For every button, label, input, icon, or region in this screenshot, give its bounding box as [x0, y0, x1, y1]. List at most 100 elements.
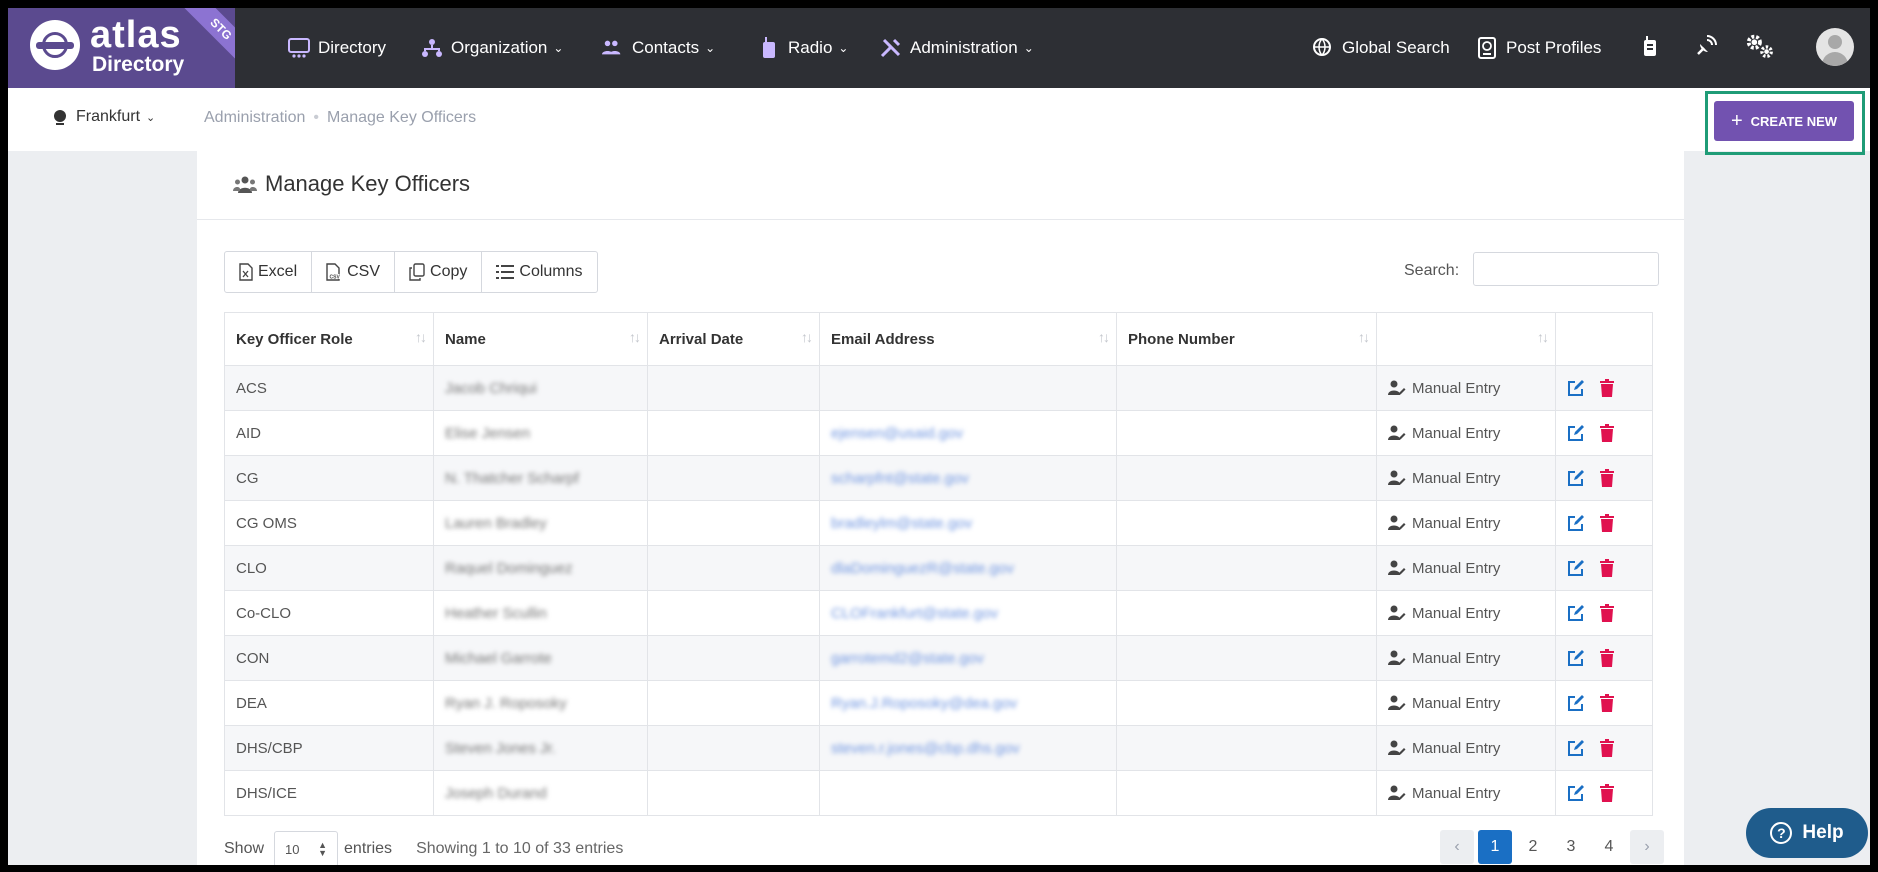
user-edit-icon: [1388, 650, 1406, 666]
page-1-button[interactable]: 1: [1478, 830, 1512, 864]
delete-icon[interactable]: [1599, 379, 1615, 397]
page-4-button[interactable]: 4: [1592, 830, 1626, 864]
cell-role: AID: [224, 410, 434, 456]
col-arrival-date[interactable]: Arrival Date ↑↓: [647, 312, 820, 366]
page-3-button[interactable]: 3: [1554, 830, 1588, 864]
delete-icon[interactable]: [1599, 559, 1615, 577]
cell-email: Ryan.J.Roposoky@dea.gov: [819, 680, 1117, 726]
cell-name: Joseph Durand: [433, 770, 648, 816]
email-link[interactable]: garrotemd2@state.gov: [831, 650, 984, 667]
user-edit-icon: [1388, 470, 1406, 486]
col-key-officer-role[interactable]: Key Officer Role ↑↓: [224, 312, 434, 366]
name-text: Steven Jones Jr.: [445, 739, 556, 757]
sort-icon: ↑↓: [1098, 329, 1110, 345]
edit-icon[interactable]: [1567, 694, 1585, 712]
help-button[interactable]: ? Help: [1746, 808, 1868, 858]
delete-icon[interactable]: [1599, 784, 1615, 802]
name-text: Raquel Dominguez: [445, 559, 573, 577]
edit-icon[interactable]: [1567, 649, 1585, 667]
sort-icon: ↑↓: [1358, 329, 1370, 345]
user-edit-icon: [1388, 425, 1406, 441]
cell-arrival: [647, 545, 820, 591]
email-link[interactable]: Ryan.J.Roposoky@dea.gov: [831, 695, 1017, 712]
email-link[interactable]: bradleylm@state.gov: [831, 515, 972, 532]
breadcrumb-administration[interactable]: Administration: [204, 109, 305, 126]
site-selector[interactable]: Frankfurt ⌄: [52, 108, 155, 126]
delete-icon[interactable]: [1599, 424, 1615, 442]
table-row: AID Elise Jensen ejensen@usaid.gov Manual E…: [224, 410, 1653, 456]
cell-actions: [1555, 635, 1653, 681]
next-page-button[interactable]: ›: [1630, 830, 1664, 864]
radio-device-icon[interactable]: [1634, 30, 1666, 62]
delete-icon[interactable]: [1599, 739, 1615, 757]
settings-gears-icon[interactable]: [1744, 30, 1776, 62]
edit-icon[interactable]: [1567, 559, 1585, 577]
excel-button[interactable]: Excel: [225, 252, 313, 292]
delete-icon[interactable]: [1599, 514, 1615, 532]
cell-email: garrotemd2@state.gov: [819, 635, 1117, 681]
cell-role: CG OMS: [224, 500, 434, 546]
col-email-address[interactable]: Email Address ↑↓: [819, 312, 1117, 366]
edit-icon[interactable]: [1567, 739, 1585, 757]
sort-icon: ↑↓: [801, 329, 813, 345]
copy-label: Copy: [430, 263, 468, 280]
csv-button[interactable]: CSV CSV: [312, 252, 396, 292]
email-link[interactable]: dlaDominguezR@state.gov: [831, 560, 1014, 577]
delete-icon[interactable]: [1599, 694, 1615, 712]
edit-icon[interactable]: [1567, 424, 1585, 442]
delete-icon[interactable]: [1599, 649, 1615, 667]
edit-icon[interactable]: [1567, 514, 1585, 532]
email-link[interactable]: ejensen@usaid.gov: [831, 425, 963, 442]
cell-source: Manual Entry: [1376, 410, 1556, 456]
cell-phone: [1116, 635, 1377, 681]
atlas-directory-logo[interactable]: atlas Directory STG: [8, 8, 235, 88]
col-name[interactable]: Name ↑↓: [433, 312, 648, 366]
show-label: Show: [224, 840, 265, 857]
email-link[interactable]: CLOFrankfurt@state.gov: [831, 605, 998, 622]
email-link[interactable]: scharpfnt@state.gov: [831, 470, 969, 487]
source-label: Manual Entry: [1412, 469, 1501, 487]
nav-post-profiles[interactable]: Post Profiles: [1476, 8, 1601, 88]
passport-icon: [1476, 37, 1498, 59]
edit-icon[interactable]: [1567, 379, 1585, 397]
cell-actions: [1555, 680, 1653, 726]
col-label: Key Officer Role: [236, 330, 353, 348]
cell-actions: [1555, 590, 1653, 636]
prev-page-button[interactable]: ‹: [1440, 830, 1474, 864]
nav-radio[interactable]: Radio ⌄: [758, 8, 848, 88]
edit-icon[interactable]: [1567, 469, 1585, 487]
col-source[interactable]: ↑↓: [1376, 312, 1556, 366]
list-icon: [496, 264, 515, 280]
cell-email: steven.r.jones@cbp.dhs.gov: [819, 725, 1117, 771]
col-label: Name: [445, 330, 486, 348]
nav-global-search[interactable]: Global Search: [1312, 8, 1450, 88]
user-avatar[interactable]: [1816, 28, 1854, 66]
copy-button[interactable]: Copy: [395, 252, 483, 292]
cell-arrival: [647, 635, 820, 681]
nav-administration[interactable]: Administration ⌄: [880, 8, 1034, 88]
email-link[interactable]: steven.r.jones@cbp.dhs.gov: [831, 740, 1020, 757]
cell-email: scharpfnt@state.gov: [819, 455, 1117, 501]
search-input[interactable]: [1473, 252, 1659, 286]
nav-organization-label: Organization: [451, 38, 548, 57]
edit-icon[interactable]: [1567, 784, 1585, 802]
satellite-icon[interactable]: [1690, 30, 1722, 62]
page-length-select[interactable]: 10 ▲ ▼: [274, 831, 339, 865]
col-phone-number[interactable]: Phone Number ↑↓: [1116, 312, 1377, 366]
delete-icon[interactable]: [1599, 469, 1615, 487]
tools-icon: [880, 37, 902, 59]
card-header: Manage Key Officers: [197, 151, 1684, 220]
create-new-button[interactable]: + CREATE NEW: [1714, 101, 1854, 141]
nav-directory[interactable]: Directory: [288, 8, 386, 88]
entries-label: entries: [344, 840, 393, 857]
nav-organization[interactable]: Organization ⌄: [421, 8, 563, 88]
nav-contacts[interactable]: Contacts ⌄: [602, 8, 715, 88]
source-label: Manual Entry: [1412, 694, 1501, 712]
columns-button[interactable]: Columns: [482, 252, 596, 292]
page-length-control: Show 10 ▲ ▼ entries Showing 1 to 10 of 33…: [224, 831, 623, 865]
delete-icon[interactable]: [1599, 604, 1615, 622]
key-officers-card: Manage Key Officers Excel CSV CSV Copy C…: [197, 151, 1684, 865]
edit-icon[interactable]: [1567, 604, 1585, 622]
user-edit-icon: [1388, 740, 1406, 756]
page-2-button[interactable]: 2: [1516, 830, 1550, 864]
